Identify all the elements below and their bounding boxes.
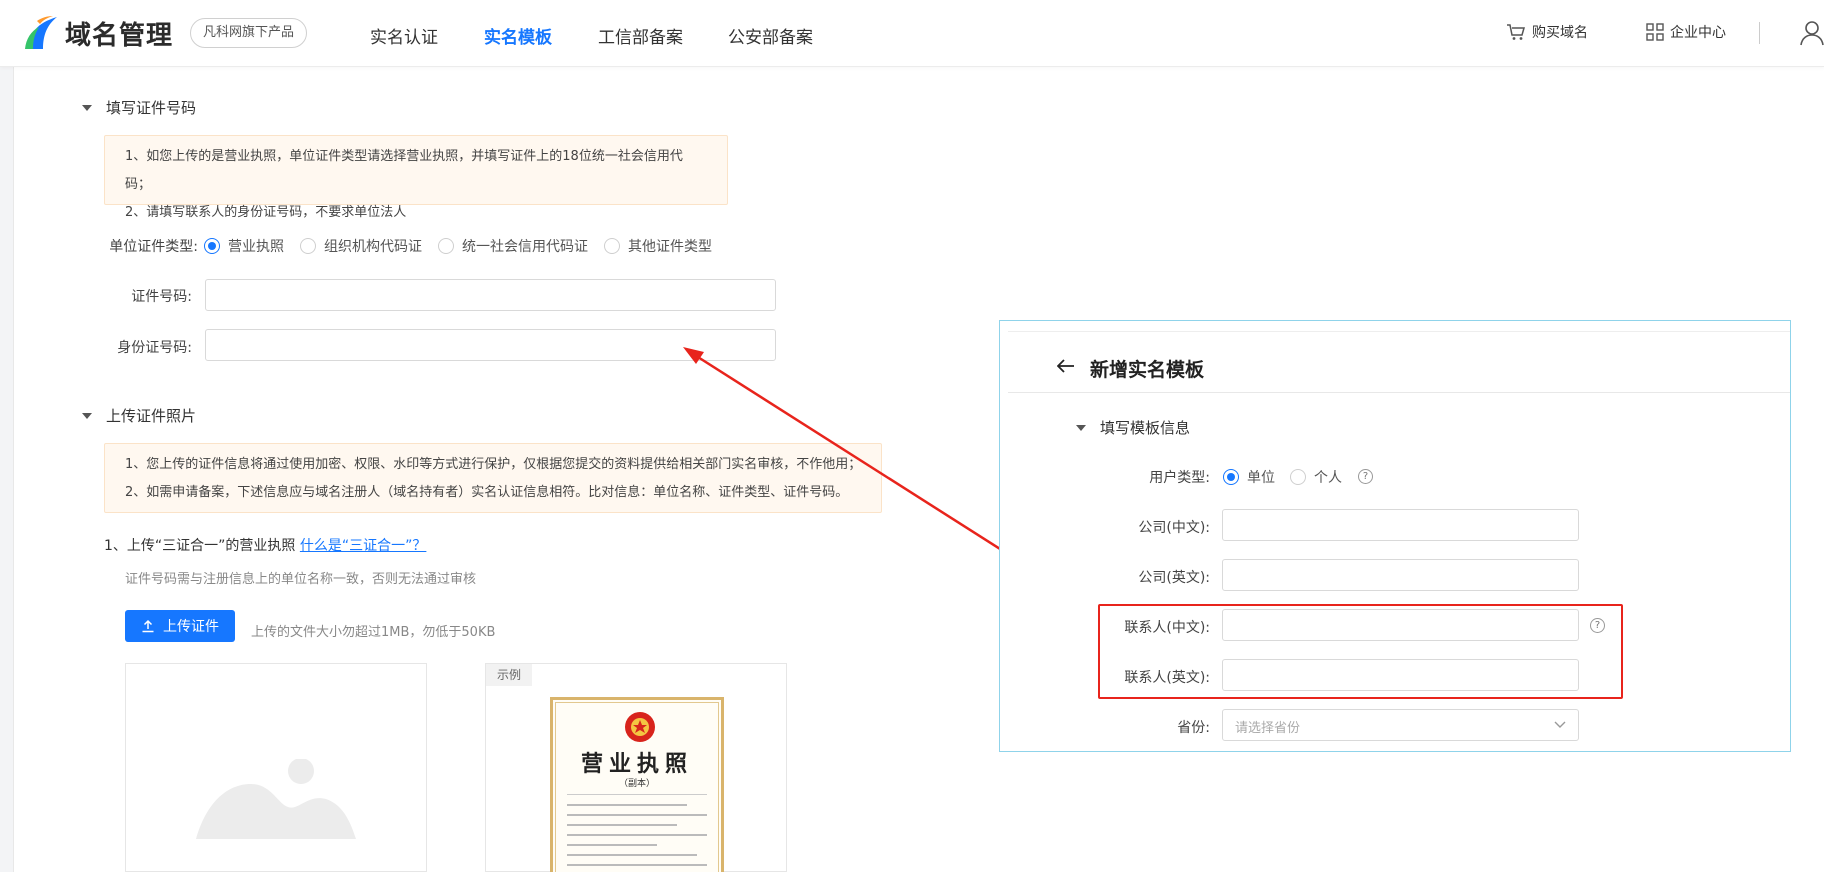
company-en-input[interactable]	[1222, 559, 1579, 591]
chevron-down-icon	[1554, 721, 1566, 728]
company-cn-label: 公司(中文):	[1138, 520, 1210, 536]
company-en-label: 公司(英文):	[1138, 570, 1210, 586]
radio-label: 单位	[1247, 470, 1275, 486]
radio-checked-icon	[1223, 469, 1239, 485]
company-cn-input[interactable]	[1222, 509, 1579, 541]
panel-title: 新增实名模板	[1090, 359, 1205, 381]
page: 域名管理 凡科网旗下产品 实名认证 实名模板 工信部备案 公安部备案 购买域名 …	[0, 0, 1824, 872]
province-label: 省份:	[1177, 720, 1210, 736]
panel-divider	[1008, 392, 1790, 393]
province-select[interactable]: 请选择省份	[1222, 709, 1579, 741]
radio-unchecked-icon	[1290, 469, 1306, 485]
radio-user-type-org[interactable]: 单位	[1223, 467, 1275, 487]
highlight-box	[1098, 604, 1623, 699]
province-placeholder: 请选择省份	[1235, 721, 1301, 736]
user-type-label: 用户类型:	[1149, 470, 1210, 486]
panel-section-title: 填写模板信息	[1100, 419, 1191, 437]
radio-label: 个人	[1314, 470, 1342, 486]
back-arrow-icon[interactable]	[1057, 359, 1075, 373]
collapse-triangle-icon	[1076, 424, 1086, 431]
help-icon[interactable]: ?	[1358, 469, 1373, 484]
radio-user-type-personal[interactable]: 个人	[1290, 467, 1342, 487]
panel-section-header[interactable]: 填写模板信息	[1076, 417, 1190, 438]
